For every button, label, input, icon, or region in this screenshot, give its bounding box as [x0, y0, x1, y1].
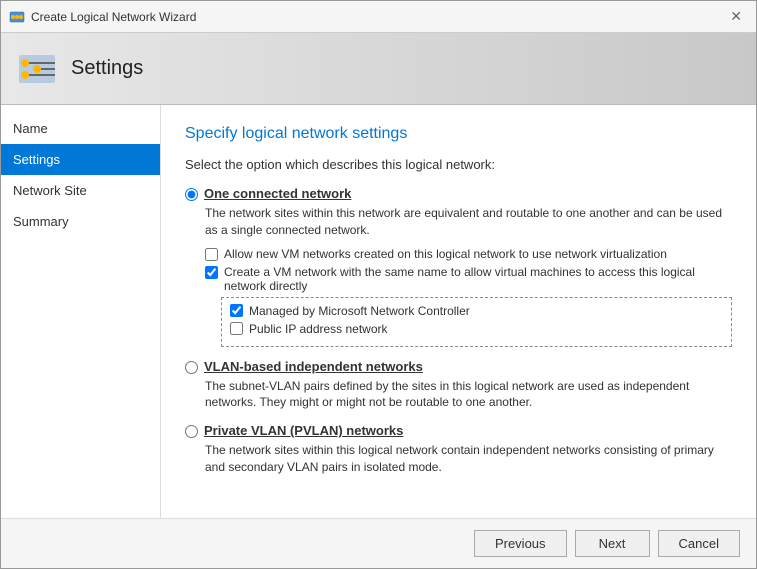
- checkbox-allow-vm: Allow new VM networks created on this lo…: [205, 247, 732, 261]
- vlan-based-desc: The subnet-VLAN pairs defined by the sit…: [205, 378, 732, 412]
- title-bar: Create Logical Network Wizard ✕: [1, 1, 756, 33]
- header-title: Settings: [71, 57, 143, 80]
- radio-private-vlan-label[interactable]: Private VLAN (PVLAN) networks: [204, 423, 403, 438]
- sidebar-item-network-site[interactable]: Network Site: [1, 175, 160, 206]
- header-banner: Settings: [1, 33, 756, 105]
- description: Select the option which describes this l…: [185, 157, 732, 172]
- checkbox-public-ip[interactable]: [230, 322, 243, 335]
- close-button[interactable]: ✕: [724, 6, 748, 27]
- checkbox-public-ip-label[interactable]: Public IP address network: [249, 322, 388, 336]
- checkbox-public-ip-row: Public IP address network: [230, 322, 723, 336]
- sidebar-item-summary[interactable]: Summary: [1, 206, 160, 237]
- checkbox-create-vm: Create a VM network with the same name t…: [205, 265, 732, 293]
- footer: Previous Next Cancel: [1, 518, 756, 568]
- nested-options-box: Managed by Microsoft Network Controller …: [221, 297, 732, 347]
- one-connected-desc: The network sites within this network ar…: [205, 205, 732, 239]
- cancel-button[interactable]: Cancel: [658, 530, 740, 557]
- checkbox-allow-vm-input[interactable]: [205, 248, 218, 261]
- radio-vlan-based[interactable]: [185, 361, 198, 374]
- checkbox-allow-vm-label[interactable]: Allow new VM networks created on this lo…: [224, 247, 667, 261]
- sidebar-item-name[interactable]: Name: [1, 113, 160, 144]
- next-button[interactable]: Next: [575, 530, 650, 557]
- previous-button[interactable]: Previous: [474, 530, 567, 557]
- sidebar: Name Settings Network Site Summary: [1, 105, 161, 518]
- checkbox-managed-nc[interactable]: [230, 304, 243, 317]
- checkbox-managed-nc-row: Managed by Microsoft Network Controller: [230, 304, 723, 318]
- checkbox-managed-nc-label[interactable]: Managed by Microsoft Network Controller: [249, 304, 470, 318]
- option-vlan-based: VLAN-based independent networks The subn…: [185, 359, 732, 412]
- option-one-connected: One connected network The network sites …: [185, 186, 732, 347]
- checkbox-create-vm-label[interactable]: Create a VM network with the same name t…: [224, 265, 732, 293]
- radio-vlan-based-label[interactable]: VLAN-based independent networks: [204, 359, 423, 374]
- checkbox-create-vm-input[interactable]: [205, 266, 218, 279]
- wizard-window: Create Logical Network Wizard ✕ Settings…: [0, 0, 757, 569]
- main-content: Specify logical network settings Select …: [161, 105, 756, 518]
- sidebar-item-settings[interactable]: Settings: [1, 144, 160, 175]
- radio-private-vlan[interactable]: [185, 425, 198, 438]
- section-title: Specify logical network settings: [185, 125, 732, 143]
- option-private-vlan: Private VLAN (PVLAN) networks The networ…: [185, 423, 732, 476]
- radio-one-connected[interactable]: [185, 188, 198, 201]
- content-area: Name Settings Network Site Summary Speci…: [1, 105, 756, 518]
- settings-icon: [17, 49, 57, 89]
- wizard-icon: [9, 9, 25, 25]
- title-bar-text: Create Logical Network Wizard: [31, 10, 196, 24]
- radio-one-connected-label[interactable]: One connected network: [204, 186, 351, 201]
- private-vlan-desc: The network sites within this logical ne…: [205, 442, 732, 476]
